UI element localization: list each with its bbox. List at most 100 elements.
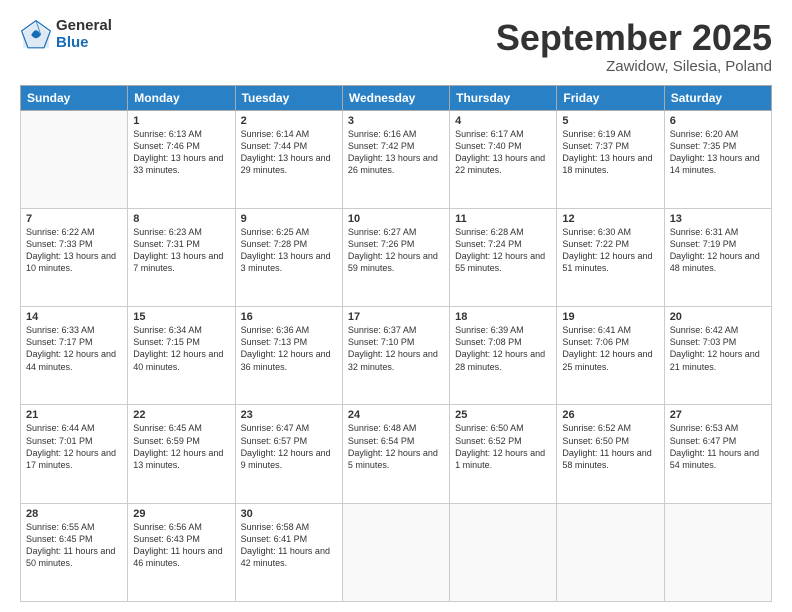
calendar-cell: 28Sunrise: 6:55 AM Sunset: 6:45 PM Dayli… — [21, 503, 128, 601]
calendar-week-3: 21Sunrise: 6:44 AM Sunset: 7:01 PM Dayli… — [21, 405, 772, 503]
day-number: 22 — [133, 409, 229, 421]
day-info: Sunrise: 6:27 AM Sunset: 7:26 PM Dayligh… — [348, 226, 444, 275]
calendar-cell: 6Sunrise: 6:20 AM Sunset: 7:35 PM Daylig… — [664, 110, 771, 208]
day-number: 9 — [241, 213, 337, 225]
day-number: 4 — [455, 115, 551, 127]
col-friday: Friday — [557, 85, 664, 110]
day-info: Sunrise: 6:36 AM Sunset: 7:13 PM Dayligh… — [241, 324, 337, 373]
col-saturday: Saturday — [664, 85, 771, 110]
day-number: 26 — [562, 409, 658, 421]
day-number: 17 — [348, 311, 444, 323]
day-number: 29 — [133, 508, 229, 520]
day-info: Sunrise: 6:50 AM Sunset: 6:52 PM Dayligh… — [455, 422, 551, 471]
day-info: Sunrise: 6:56 AM Sunset: 6:43 PM Dayligh… — [133, 521, 229, 570]
day-info: Sunrise: 6:45 AM Sunset: 6:59 PM Dayligh… — [133, 422, 229, 471]
calendar-cell: 21Sunrise: 6:44 AM Sunset: 7:01 PM Dayli… — [21, 405, 128, 503]
calendar-cell: 22Sunrise: 6:45 AM Sunset: 6:59 PM Dayli… — [128, 405, 235, 503]
calendar-cell: 3Sunrise: 6:16 AM Sunset: 7:42 PM Daylig… — [342, 110, 449, 208]
day-info: Sunrise: 6:41 AM Sunset: 7:06 PM Dayligh… — [562, 324, 658, 373]
calendar-cell: 13Sunrise: 6:31 AM Sunset: 7:19 PM Dayli… — [664, 208, 771, 306]
header: General Blue September 2025 Zawidow, Sil… — [20, 18, 772, 75]
calendar-cell: 4Sunrise: 6:17 AM Sunset: 7:40 PM Daylig… — [450, 110, 557, 208]
day-number: 14 — [26, 311, 122, 323]
col-monday: Monday — [128, 85, 235, 110]
calendar-cell: 5Sunrise: 6:19 AM Sunset: 7:37 PM Daylig… — [557, 110, 664, 208]
day-info: Sunrise: 6:58 AM Sunset: 6:41 PM Dayligh… — [241, 521, 337, 570]
calendar-cell: 18Sunrise: 6:39 AM Sunset: 7:08 PM Dayli… — [450, 307, 557, 405]
day-number: 10 — [348, 213, 444, 225]
col-thursday: Thursday — [450, 85, 557, 110]
day-info: Sunrise: 6:23 AM Sunset: 7:31 PM Dayligh… — [133, 226, 229, 275]
day-number: 13 — [670, 213, 766, 225]
day-number: 30 — [241, 508, 337, 520]
day-info: Sunrise: 6:48 AM Sunset: 6:54 PM Dayligh… — [348, 422, 444, 471]
calendar-cell: 19Sunrise: 6:41 AM Sunset: 7:06 PM Dayli… — [557, 307, 664, 405]
day-info: Sunrise: 6:33 AM Sunset: 7:17 PM Dayligh… — [26, 324, 122, 373]
day-number: 15 — [133, 311, 229, 323]
calendar-week-1: 7Sunrise: 6:22 AM Sunset: 7:33 PM Daylig… — [21, 208, 772, 306]
day-info: Sunrise: 6:30 AM Sunset: 7:22 PM Dayligh… — [562, 226, 658, 275]
calendar-cell — [557, 503, 664, 601]
calendar-cell: 12Sunrise: 6:30 AM Sunset: 7:22 PM Dayli… — [557, 208, 664, 306]
logo-blue-text: Blue — [56, 35, 112, 52]
day-number: 1 — [133, 115, 229, 127]
day-info: Sunrise: 6:42 AM Sunset: 7:03 PM Dayligh… — [670, 324, 766, 373]
day-number: 24 — [348, 409, 444, 421]
calendar-cell: 1Sunrise: 6:13 AM Sunset: 7:46 PM Daylig… — [128, 110, 235, 208]
calendar-cell: 29Sunrise: 6:56 AM Sunset: 6:43 PM Dayli… — [128, 503, 235, 601]
day-info: Sunrise: 6:20 AM Sunset: 7:35 PM Dayligh… — [670, 128, 766, 177]
day-info: Sunrise: 6:16 AM Sunset: 7:42 PM Dayligh… — [348, 128, 444, 177]
day-number: 20 — [670, 311, 766, 323]
day-info: Sunrise: 6:14 AM Sunset: 7:44 PM Dayligh… — [241, 128, 337, 177]
day-info: Sunrise: 6:55 AM Sunset: 6:45 PM Dayligh… — [26, 521, 122, 570]
day-number: 7 — [26, 213, 122, 225]
day-info: Sunrise: 6:44 AM Sunset: 7:01 PM Dayligh… — [26, 422, 122, 471]
day-number: 25 — [455, 409, 551, 421]
calendar-cell — [342, 503, 449, 601]
calendar-table: Sunday Monday Tuesday Wednesday Thursday… — [20, 85, 772, 602]
calendar-cell: 23Sunrise: 6:47 AM Sunset: 6:57 PM Dayli… — [235, 405, 342, 503]
calendar-cell: 7Sunrise: 6:22 AM Sunset: 7:33 PM Daylig… — [21, 208, 128, 306]
day-number: 11 — [455, 213, 551, 225]
title-location: Zawidow, Silesia, Poland — [496, 58, 772, 75]
calendar-cell: 30Sunrise: 6:58 AM Sunset: 6:41 PM Dayli… — [235, 503, 342, 601]
day-number: 16 — [241, 311, 337, 323]
day-info: Sunrise: 6:17 AM Sunset: 7:40 PM Dayligh… — [455, 128, 551, 177]
day-number: 27 — [670, 409, 766, 421]
day-info: Sunrise: 6:25 AM Sunset: 7:28 PM Dayligh… — [241, 226, 337, 275]
col-tuesday: Tuesday — [235, 85, 342, 110]
day-info: Sunrise: 6:47 AM Sunset: 6:57 PM Dayligh… — [241, 422, 337, 471]
day-number: 3 — [348, 115, 444, 127]
calendar-cell: 9Sunrise: 6:25 AM Sunset: 7:28 PM Daylig… — [235, 208, 342, 306]
calendar-week-0: 1Sunrise: 6:13 AM Sunset: 7:46 PM Daylig… — [21, 110, 772, 208]
day-number: 2 — [241, 115, 337, 127]
calendar-cell: 16Sunrise: 6:36 AM Sunset: 7:13 PM Dayli… — [235, 307, 342, 405]
calendar-header-row: Sunday Monday Tuesday Wednesday Thursday… — [21, 85, 772, 110]
calendar-week-2: 14Sunrise: 6:33 AM Sunset: 7:17 PM Dayli… — [21, 307, 772, 405]
logo-general-text: General — [56, 18, 112, 35]
day-number: 18 — [455, 311, 551, 323]
col-wednesday: Wednesday — [342, 85, 449, 110]
calendar-cell: 24Sunrise: 6:48 AM Sunset: 6:54 PM Dayli… — [342, 405, 449, 503]
day-info: Sunrise: 6:37 AM Sunset: 7:10 PM Dayligh… — [348, 324, 444, 373]
logo-icon — [20, 19, 52, 51]
calendar-cell: 11Sunrise: 6:28 AM Sunset: 7:24 PM Dayli… — [450, 208, 557, 306]
day-info: Sunrise: 6:34 AM Sunset: 7:15 PM Dayligh… — [133, 324, 229, 373]
calendar-cell — [21, 110, 128, 208]
day-number: 19 — [562, 311, 658, 323]
calendar-cell: 17Sunrise: 6:37 AM Sunset: 7:10 PM Dayli… — [342, 307, 449, 405]
day-info: Sunrise: 6:19 AM Sunset: 7:37 PM Dayligh… — [562, 128, 658, 177]
day-info: Sunrise: 6:28 AM Sunset: 7:24 PM Dayligh… — [455, 226, 551, 275]
calendar-cell: 27Sunrise: 6:53 AM Sunset: 6:47 PM Dayli… — [664, 405, 771, 503]
calendar-cell: 20Sunrise: 6:42 AM Sunset: 7:03 PM Dayli… — [664, 307, 771, 405]
day-info: Sunrise: 6:39 AM Sunset: 7:08 PM Dayligh… — [455, 324, 551, 373]
day-number: 23 — [241, 409, 337, 421]
logo: General Blue — [20, 18, 112, 51]
day-info: Sunrise: 6:53 AM Sunset: 6:47 PM Dayligh… — [670, 422, 766, 471]
calendar-cell: 25Sunrise: 6:50 AM Sunset: 6:52 PM Dayli… — [450, 405, 557, 503]
day-number: 21 — [26, 409, 122, 421]
calendar-cell — [450, 503, 557, 601]
page: General Blue September 2025 Zawidow, Sil… — [0, 0, 792, 612]
day-info: Sunrise: 6:31 AM Sunset: 7:19 PM Dayligh… — [670, 226, 766, 275]
col-sunday: Sunday — [21, 85, 128, 110]
